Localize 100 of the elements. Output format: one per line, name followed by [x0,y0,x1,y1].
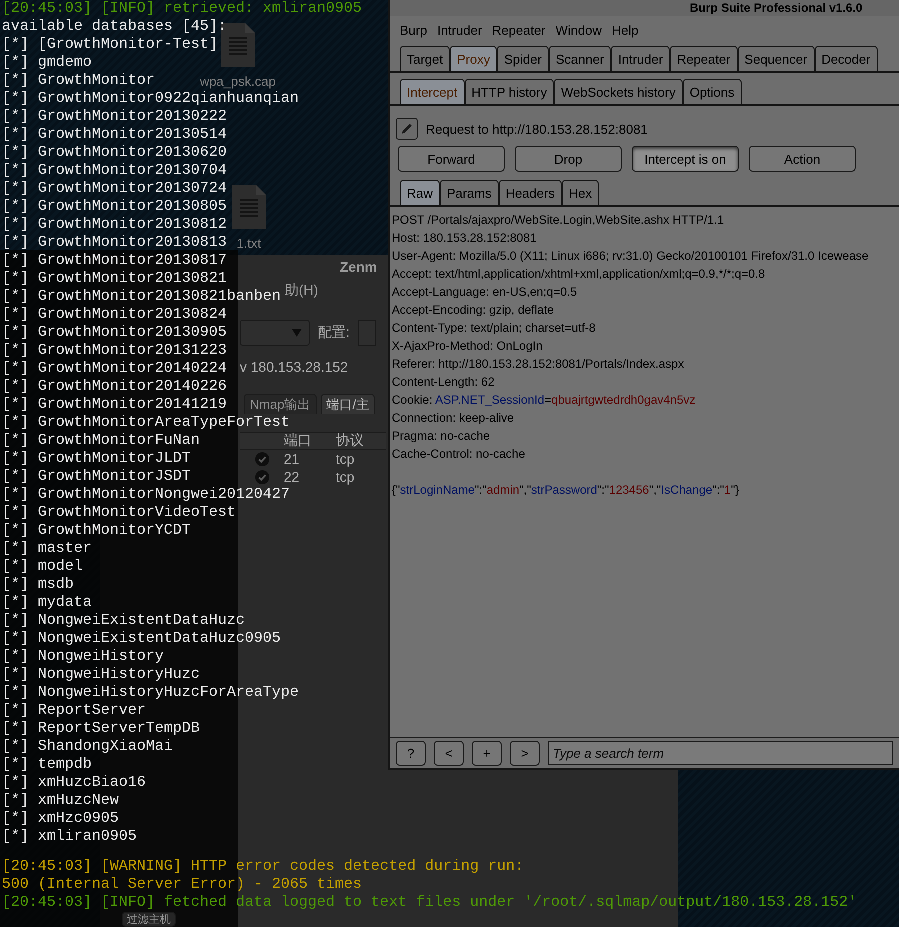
edit-button[interactable] [396,118,418,140]
request-line: X-AjaxPro-Method: OnLogIn [392,339,543,353]
menu-item[interactable]: Intruder [437,22,482,38]
request-line: User-Agent: Mozilla/5.0 (X11; Linux i686; rv:31.0) Gecko/20100101 Firefox/31.0 Icewease [392,249,869,263]
caret-icon [292,329,302,337]
filter-hosts-button[interactable]: 过滤主机 [122,912,176,927]
terminal-line: [*] GrowthMonitorJLDT [2,450,192,467]
window-title: Zenm [340,259,378,275]
nav-button[interactable]: < [434,740,464,766]
request-line: Accept: text/html,application/xhtml+xml,application/xml;q=0.9,*/*;q=0.8 [392,267,766,281]
target-dropdown[interactable] [240,320,310,346]
action-button[interactable]: Forward [398,146,505,172]
tab[interactable]: Sequencer [738,46,815,71]
request-line: Host: 180.153.28.152:8081 [392,231,537,245]
menu-item[interactable]: Burp [400,22,428,38]
terminal-line: [*] [GrowthMonitor-Test] [2,36,218,53]
tab[interactable]: Intercept [400,79,465,104]
terminal-line: [*] GrowthMonitor20130620 [2,144,228,161]
action-button[interactable]: Intercept is on [632,146,739,172]
terminal-line: [*] NongweiHistoryHuzc [2,666,200,683]
request-line: Cache-Control: no-cache [392,447,526,461]
action-button[interactable]: Action [749,146,856,172]
terminal-line: [*] tempdb [2,756,92,773]
terminal-line: [*] NongweiExistentDataHuzc0905 [2,630,282,647]
nav-button[interactable]: > [510,740,540,766]
terminal-line: [*] GrowthMonitor20130905 [2,324,228,341]
tab[interactable]: Spider [497,46,549,71]
tab[interactable]: Proxy [450,46,498,71]
terminal-line: [*] xmHuzcBiao16 [2,774,146,791]
tab[interactable]: WebSockets history [554,79,683,104]
tab[interactable]: Scanner [548,46,612,71]
action-button[interactable]: Drop [515,146,622,172]
terminal-line: [*] GrowthMonitor20130222 [2,108,228,125]
tab[interactable]: Target [400,46,450,71]
file-name[interactable]: wpa_psk.cap [200,74,276,89]
check-icon [254,470,270,484]
terminal-line: [*] GrowthMonitorFuNan [2,432,200,449]
terminal-line: [*] ShandongXiaoMai [2,738,174,755]
table-cell-text: 22 [284,469,301,485]
request-line: Content-Type: text/plain; charset=utf-8 [392,321,596,335]
document-icon[interactable] [231,184,267,230]
menu-item[interactable]: Window [556,22,602,38]
search-field[interactable]: Type a search term [548,741,893,765]
request-line: Content-Length: 62 [392,375,495,389]
column-header[interactable]: 协议 [336,432,380,450]
terminal-line: [*] GrowthMonitorJSDT [2,468,192,485]
terminal-line: [*] GrowthMonitor20130824 [2,306,228,323]
menu-item[interactable]: Repeater [492,22,546,38]
tab[interactable]: Decoder [814,46,878,71]
terminal-line: 500 (Internal Server Error) - 2065 times [2,876,362,893]
tab[interactable]: HTTP history [464,79,554,104]
window-title: Burp Suite Professional v1.6.0 [690,1,863,15]
terminal-line: [*] GrowthMonitor20130821 [2,270,228,287]
tab[interactable]: Raw [400,180,440,205]
check-icon [254,452,270,466]
terminal-line: [*] ReportServerTempDB [2,720,200,737]
request-line: POST /Portals/ajaxpro/WebSite.Login,WebSite.ashx HTTP/1.1 [392,213,724,227]
file-name[interactable]: 1.txt [236,236,262,251]
nav-button[interactable]: ? [396,740,426,766]
tab[interactable]: 端口/主 [320,394,376,414]
terminal-line: [*] GrowthMonitor20130817 [2,252,228,269]
tab[interactable]: Repeater [670,46,738,71]
menu-item[interactable]: Help [612,22,639,38]
request-line: {"strLoginName":"admin","strPassword":"123456","IsChange":"1"} [392,483,740,497]
terminal-line: [*] GrowthMonitor [2,72,156,89]
pencil-icon [399,121,415,137]
terminal-line: [*] GrowthMonitor20130704 [2,162,228,179]
request-line: Referer: http://180.153.28.152:8081/Portals/Index.aspx [392,357,684,371]
tab[interactable]: Options [682,79,742,104]
terminal-line: [*] gmdemo [2,54,92,71]
terminal-line: [*] GrowthMonitor20130805 [2,198,228,215]
command-field[interactable]: v 180.153.28.152 [240,356,386,378]
tab[interactable]: Headers [498,180,562,205]
terminal-line: [*] xmliran0905 [2,828,138,845]
terminal-line: [*] GrowthMonitor20130812 [2,216,228,233]
terminal-line: [*] GrowthMonitorNongwei20120427 [2,486,290,503]
request-line: Accept-Encoding: gzip, deflate [392,303,554,317]
terminal-line: [*] msdb [2,576,74,593]
nav-button[interactable]: + [472,740,502,766]
terminal-line: [*] GrowthMonitor20130821banben [2,288,282,305]
terminal-line: [*] NongweiHistoryHuzcForAreaType [2,684,300,701]
terminal-line: [20:45:03] [INFO] fetched data logged to text files under '/root/.sqlmap/output/180.153.28.152' [2,894,858,911]
terminal-line: [*] GrowthMonitor20140224 [2,360,228,377]
request-line: Cookie: ASP.NET_SessionId=qbuajrtgwtedrdh0gav4n5vz [392,393,696,407]
terminal-line: [*] mydata [2,594,92,611]
column-header[interactable]: 端口 [284,432,336,450]
terminal-line: [*] NongweiHistory [2,648,164,665]
tab[interactable]: Nmap输出 [244,394,317,414]
terminal-line: [*] GrowthMonitor20130813 [2,234,228,251]
tab[interactable]: Params [440,180,499,205]
request-editor[interactable] [390,207,899,737]
terminal-line: available databases [45]: [2,18,228,35]
tab[interactable]: Intruder [611,46,670,71]
terminal-line: [*] GrowthMonitor20140226 [2,378,228,395]
terminal-line: [*] ReportServer [2,702,146,719]
terminal-line: [20:45:03] [INFO] retrieved: xmliran0905 [2,0,362,17]
tab[interactable]: Hex [562,180,600,205]
menu-item[interactable]: 助(H) [285,282,318,300]
terminal-line: [*] GrowthMonitor20130724 [2,180,228,197]
terminal-line: [*] GrowthMonitorVideoTest [2,504,236,521]
